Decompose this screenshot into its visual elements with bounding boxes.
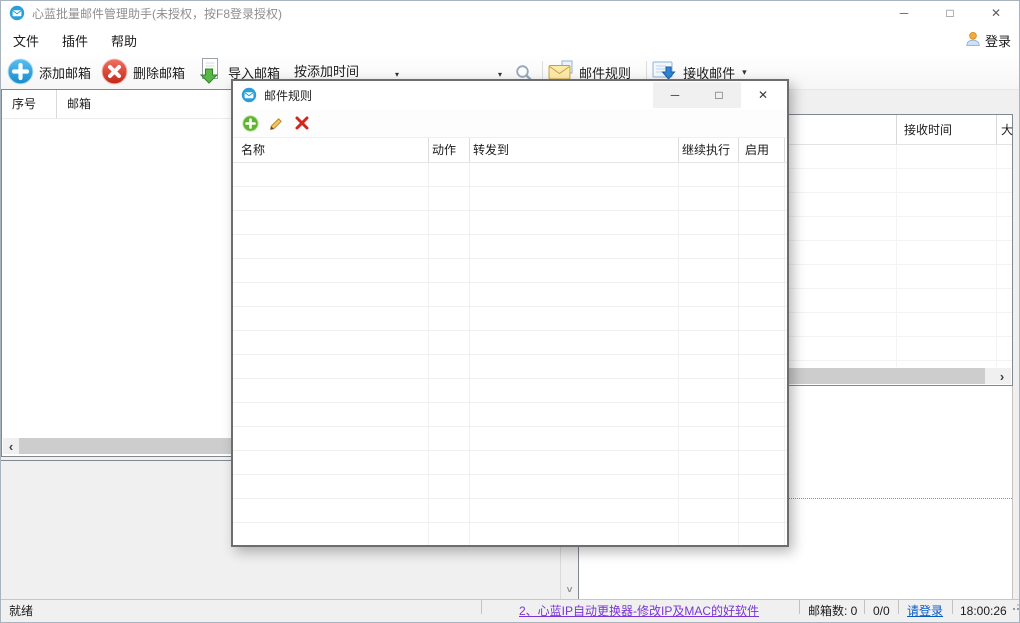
status-bar: 就绪 2、心蓝IP自动更换器-修改IP及MAC的好软件 邮箱数: 0 0/0 请… <box>1 599 1019 622</box>
rule-edit-button[interactable] <box>268 115 285 132</box>
column-divider[interactable] <box>784 138 785 162</box>
column-header-index[interactable]: 序号 <box>2 90 57 118</box>
title-bar: 心蓝批量邮件管理助手(未授权，按F8登录授权) ─ □ ✕ <box>1 1 1019 25</box>
column-divider <box>896 145 897 367</box>
column-divider[interactable] <box>738 138 739 162</box>
column-divider <box>428 163 429 545</box>
progress-counter: 0/0 <box>873 600 890 622</box>
column-divider[interactable] <box>678 138 679 162</box>
dialog-maximize-button[interactable]: □ <box>697 82 741 108</box>
scroll-down-button[interactable]: ˅ <box>561 585 578 596</box>
menu-bar: 文件 插件 帮助 登录 <box>1 25 1019 56</box>
dialog-title-bar: 邮件规则 ─ □ ✕ <box>233 81 787 109</box>
mailbox-count: 邮箱数: 0 <box>808 600 857 622</box>
menu-file[interactable]: 文件 <box>2 25 50 56</box>
dialog-window-controls: ─ □ ✕ <box>653 82 785 108</box>
menu-help[interactable]: 帮助 <box>100 25 148 56</box>
add-icon <box>7 58 34 88</box>
column-header-receive-time[interactable]: 接收时间 <box>904 115 952 145</box>
window-title: 心蓝批量邮件管理助手(未授权，按F8登录授权) <box>32 5 282 22</box>
promo-link[interactable]: 2、心蓝IP自动更换器-修改IP及MAC的好软件 <box>519 600 759 622</box>
column-header-enabled[interactable]: 启用 <box>745 138 769 163</box>
column-divider <box>784 163 785 545</box>
status-text: 就绪 <box>9 600 33 622</box>
mail-rules-dialog: 邮件规则 ─ □ ✕ <box>231 79 789 547</box>
column-header-continue[interactable]: 继续执行 <box>682 138 730 163</box>
minimize-button[interactable]: ─ <box>881 1 927 25</box>
sort-order-value: 按添加时间 <box>294 61 359 80</box>
column-header-action[interactable]: 动作 <box>432 138 456 163</box>
dialog-minimize-button[interactable]: ─ <box>653 82 697 108</box>
chevron-down-icon: ▾ <box>395 70 399 79</box>
chevron-down-icon: ▾ <box>498 70 502 79</box>
resize-grip[interactable] <box>1013 600 1015 602</box>
delete-icon <box>101 58 128 88</box>
column-divider <box>678 163 679 545</box>
scroll-left-button[interactable]: ‹ <box>3 438 19 454</box>
dialog-close-button[interactable]: ✕ <box>741 82 785 108</box>
statusbar-separator <box>898 600 899 614</box>
column-header-size[interactable]: 大 <box>1001 115 1013 145</box>
app-logo-icon <box>9 5 25 21</box>
scroll-right-button[interactable]: › <box>994 368 1010 384</box>
status-login-link[interactable]: 请登录 <box>907 600 943 622</box>
import-icon <box>195 57 223 88</box>
rule-add-button[interactable] <box>242 115 259 132</box>
rules-table-body[interactable] <box>233 163 787 545</box>
delete-mailbox-label: 删除邮箱 <box>133 63 185 82</box>
rule-delete-button[interactable] <box>294 115 310 131</box>
column-header-rule-name[interactable]: 名称 <box>241 138 265 163</box>
statusbar-separator <box>952 600 953 614</box>
user-icon <box>965 31 981 50</box>
login-button-label: 登录 <box>985 31 1011 50</box>
dialog-mail-icon <box>241 87 257 103</box>
rules-table-header: 名称 动作 转发到 继续执行 启用 <box>233 137 787 163</box>
dialog-title: 邮件规则 <box>264 87 312 104</box>
window-controls: ─ □ ✕ <box>881 1 1019 25</box>
login-button[interactable]: 登录 <box>965 25 1011 56</box>
column-header-forward-to[interactable]: 转发到 <box>473 138 509 163</box>
column-divider <box>469 163 470 545</box>
delete-mailbox-button[interactable]: 删除邮箱 <box>101 58 185 88</box>
add-mailbox-label: 添加邮箱 <box>39 63 91 82</box>
chevron-down-icon[interactable]: ▾ <box>742 67 747 78</box>
app-window: 心蓝批量邮件管理助手(未授权，按F8登录授权) ─ □ ✕ 文件 插件 帮助 登… <box>0 0 1020 623</box>
column-divider <box>738 163 739 545</box>
column-divider[interactable] <box>896 115 897 144</box>
clock: 18:00:26 <box>960 600 1007 622</box>
column-divider <box>996 145 997 367</box>
hscroll-thumb[interactable] <box>19 438 235 454</box>
add-mailbox-button[interactable]: 添加邮箱 <box>7 58 91 88</box>
dialog-toolbar <box>233 109 787 137</box>
statusbar-separator <box>864 600 865 614</box>
statusbar-separator <box>799 600 800 614</box>
menu-plugins[interactable]: 插件 <box>51 25 99 56</box>
column-divider[interactable] <box>996 115 997 144</box>
statusbar-separator <box>481 600 482 614</box>
column-header-mailbox[interactable]: 邮箱 <box>57 90 91 118</box>
close-button[interactable]: ✕ <box>973 1 1019 25</box>
maximize-button[interactable]: □ <box>927 1 973 25</box>
column-divider[interactable] <box>428 138 429 162</box>
column-divider[interactable] <box>469 138 470 162</box>
